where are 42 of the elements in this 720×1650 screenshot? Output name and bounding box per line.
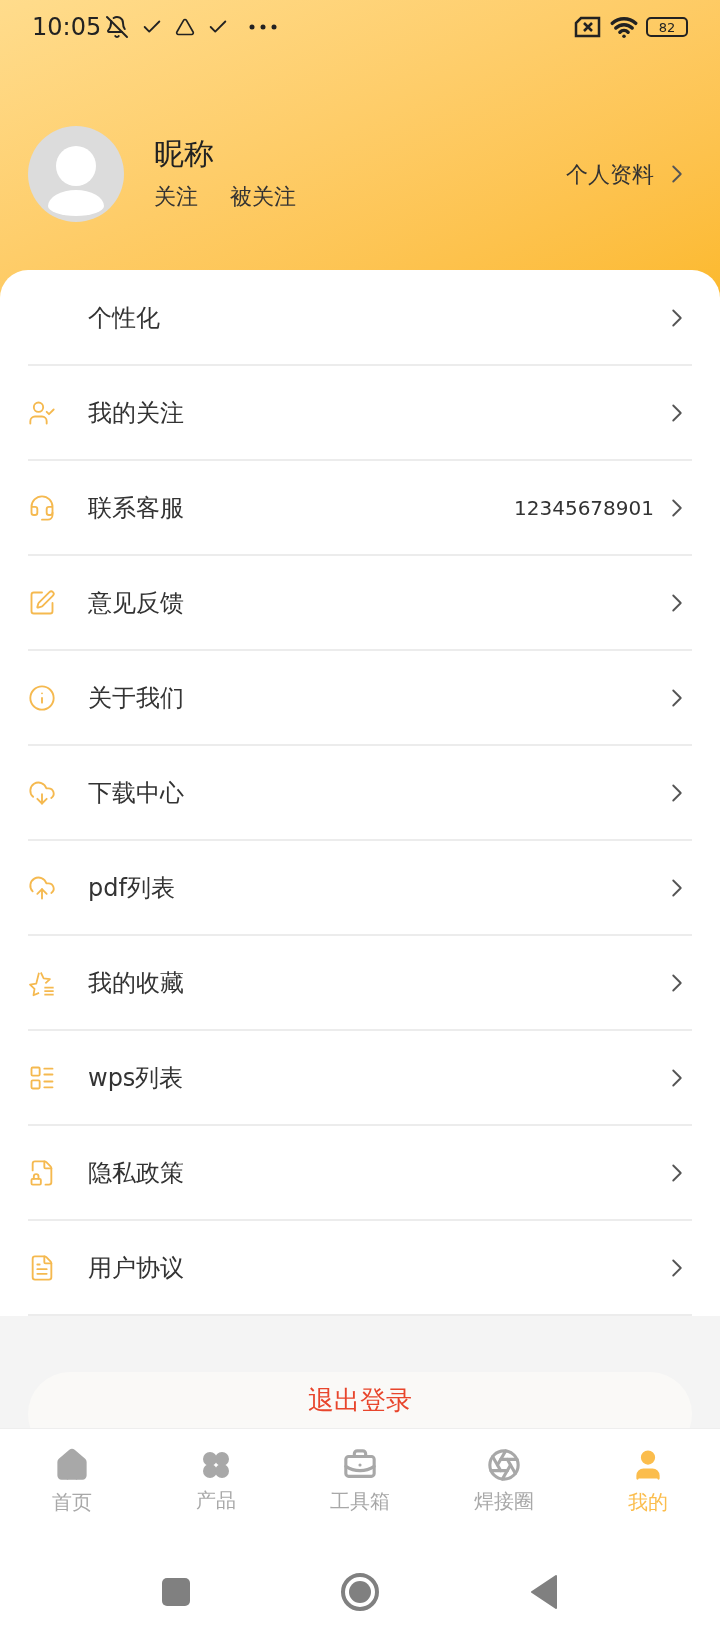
home-button[interactable] [340,1572,380,1612]
menu-row[interactable]: 关于我们 [28,651,692,746]
status-time: 10:05 [32,12,102,43]
menu-label: 个性化 [88,302,160,334]
headset-icon [28,493,56,522]
menu-label: 用户协议 [88,1252,184,1284]
menu-row[interactable]: 意见反馈 [28,556,692,651]
menu-label: 我的收藏 [88,967,184,999]
sim-card-icon [574,16,602,38]
menu-row[interactable]: pdf列表 [28,841,692,936]
menu-row[interactable]: 下载中心 [28,746,692,841]
nickname: 昵称 [154,134,215,173]
menu-label: 联系客服 [88,492,184,524]
muted-bell-icon [105,15,130,39]
info-icon [28,683,56,712]
menu-row[interactable]: wps列表 [28,1031,692,1126]
menu-label: 关于我们 [88,682,184,714]
menu-row[interactable]: 联系客服 12345678901 [28,461,692,556]
menu-label: pdf列表 [88,872,175,904]
profile-link[interactable]: 个人资料 [566,157,692,191]
triangle-icon [175,17,196,37]
menu-row[interactable]: 用户协议 [28,1221,692,1316]
recents-button[interactable] [162,1578,190,1606]
menu-row[interactable]: 我的关注 [28,366,692,461]
menu-label: 下载中心 [88,777,184,809]
more-icon [249,24,278,30]
menu-row[interactable]: 我的收藏 [28,936,692,1031]
aperture-icon [487,1447,521,1482]
menu-row[interactable]: 个性化 [28,271,692,366]
menu-label: 我的关注 [88,397,184,429]
menu-label: wps列表 [88,1062,184,1094]
followers-link[interactable]: 被关注 [230,180,296,214]
menu-label: 隐私政策 [88,1157,184,1189]
phone-number: 12345678901 [514,494,654,522]
edit-icon [28,588,56,617]
logout-button[interactable]: 退出登录 [28,1372,692,1428]
menu-row[interactable]: 隐私政策 [28,1126,692,1221]
battery-level: 82 [658,20,676,34]
back-button[interactable] [530,1575,558,1609]
menu-label: 意见反馈 [88,587,184,619]
following-link[interactable]: 关注 [154,180,198,214]
home-icon [54,1446,90,1483]
